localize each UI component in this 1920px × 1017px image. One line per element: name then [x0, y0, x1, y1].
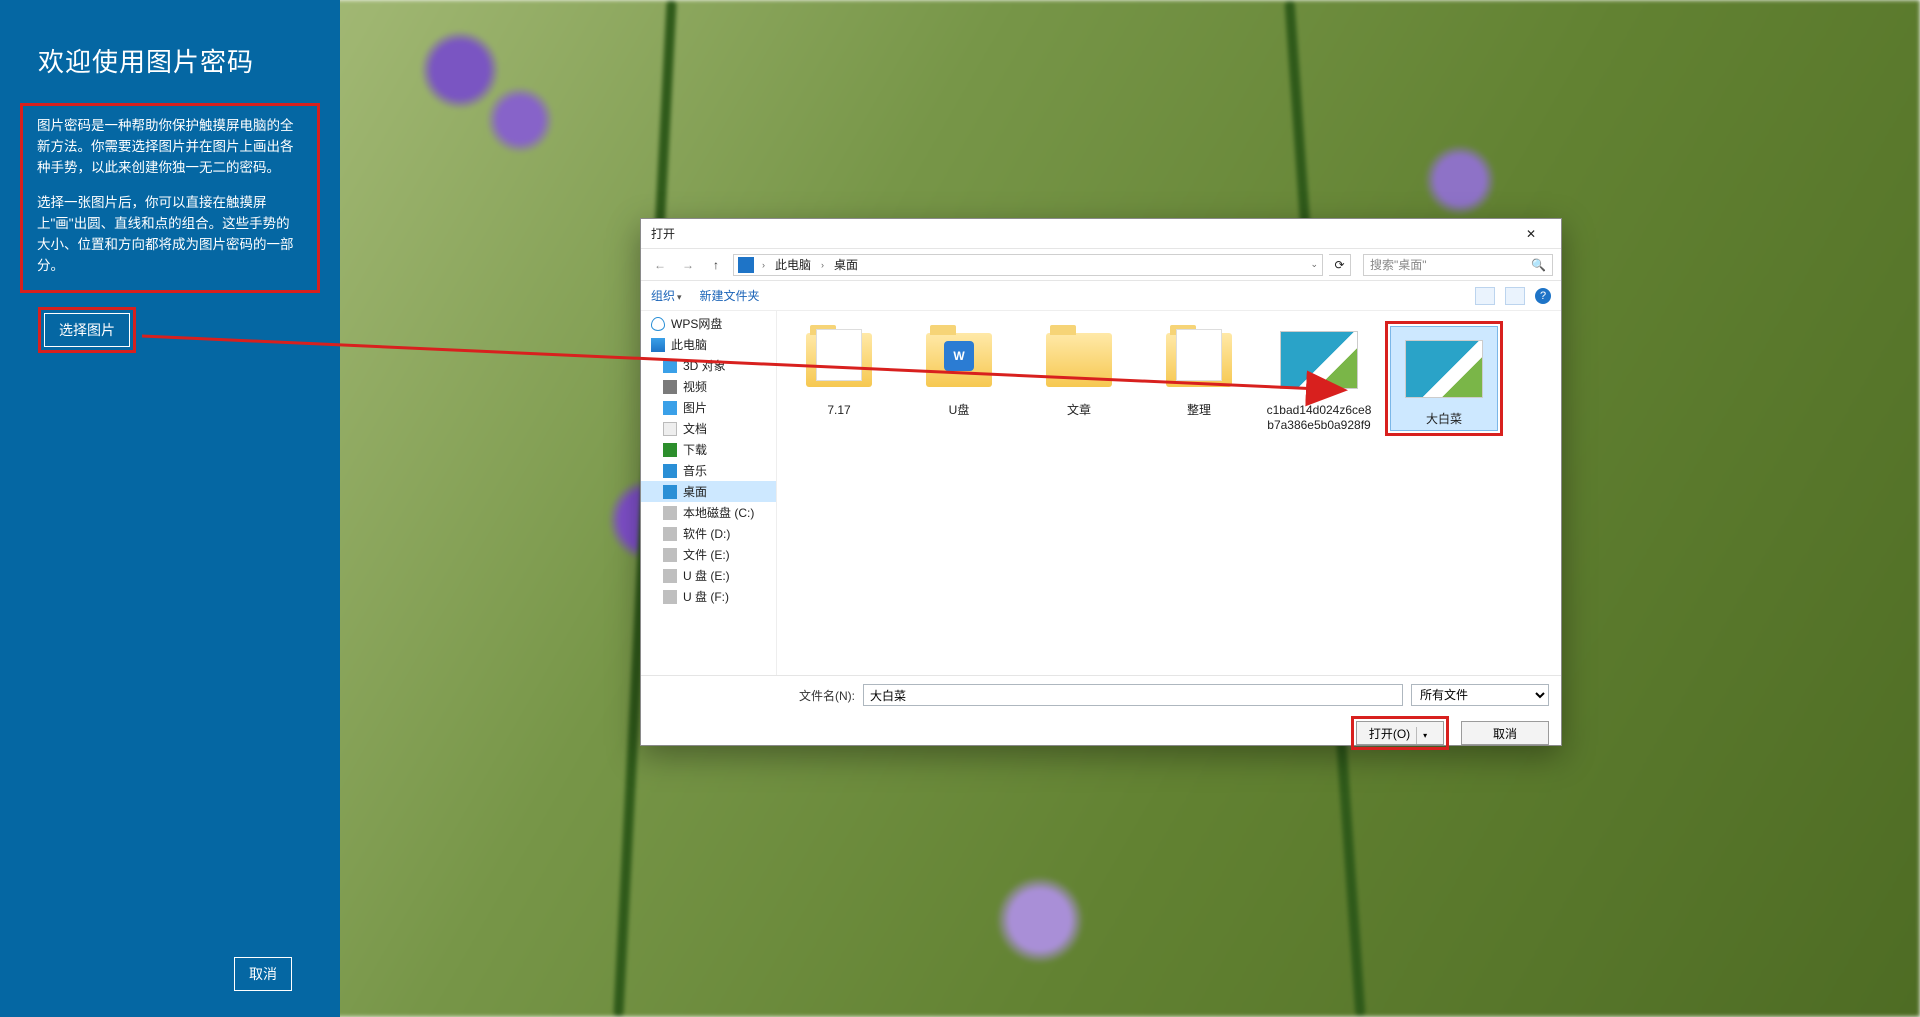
tree-drive-e[interactable]: 文件 (E:) — [641, 544, 776, 565]
item-label: 7.17 — [827, 403, 850, 418]
filename-input[interactable] — [863, 684, 1403, 706]
tree-downloads[interactable]: 下载 — [641, 439, 776, 460]
tree-pictures[interactable]: 图片 — [641, 397, 776, 418]
choose-picture-button[interactable]: 选择图片 — [44, 313, 130, 347]
tree-drive-c[interactable]: 本地磁盘 (C:) — [641, 502, 776, 523]
dialog-toolbar: 组织▾ 新建文件夹 ? — [641, 281, 1561, 311]
item-label: c1bad14d024z6ce8b7a386e5b0a928f9 — [1265, 403, 1373, 433]
tree-wps[interactable]: WPS网盘 — [641, 313, 776, 334]
item-label: 大白菜 — [1426, 412, 1462, 427]
address-bar[interactable]: › 此电脑 › 桌面 ⌄ — [733, 254, 1323, 276]
image-item[interactable]: c1bad14d024z6ce8b7a386e5b0a928f9 — [1265, 321, 1373, 433]
drive-icon — [663, 590, 677, 604]
tree-usb-f[interactable]: U 盘 (F:) — [641, 586, 776, 607]
breadcrumb-seg-desktop[interactable]: 桌面 — [828, 256, 864, 273]
nav-tree: WPS网盘 此电脑 3D 对象 视频 图片 文档 下载 音乐 桌面 本地磁盘 (… — [641, 311, 777, 675]
file-type-select[interactable]: 所有文件 — [1411, 684, 1549, 706]
close-icon[interactable]: ✕ — [1511, 219, 1551, 248]
panel-cancel-button[interactable]: 取消 — [234, 957, 292, 991]
tree-desktop[interactable]: 桌面 — [641, 481, 776, 502]
folder-item[interactable]: 整理 — [1145, 321, 1253, 418]
document-icon — [663, 422, 677, 436]
cloud-icon — [651, 317, 665, 331]
file-list: 7.17 W U盘 文章 整理 c1bad14d024z6ce8b7a386e5… — [777, 311, 1561, 675]
tree-this-pc[interactable]: 此电脑 — [641, 334, 776, 355]
item-label: U盘 — [949, 403, 970, 418]
chevron-right-icon[interactable]: › — [817, 260, 828, 270]
tree-music[interactable]: 音乐 — [641, 460, 776, 481]
instruction-para-2: 选择一张图片后，你可以直接在触摸屏上"画"出圆、直线和点的组合。这些手势的大小、… — [37, 193, 303, 277]
dialog-cancel-button[interactable]: 取消 — [1461, 721, 1549, 745]
picture-icon — [663, 401, 677, 415]
tree-3d-objects[interactable]: 3D 对象 — [641, 355, 776, 376]
tree-videos[interactable]: 视频 — [641, 376, 776, 397]
panel-title: 欢迎使用图片密码 — [38, 42, 320, 79]
folder-item[interactable]: W U盘 — [905, 321, 1013, 418]
view-mode-button[interactable] — [1475, 287, 1495, 305]
dialog-title: 打开 — [651, 219, 675, 248]
image-item-selected[interactable]: 大白菜 — [1390, 326, 1498, 431]
pc-icon — [651, 338, 665, 352]
drive-icon — [663, 527, 677, 541]
video-icon — [663, 380, 677, 394]
file-open-dialog: 打开 ✕ ← → ↑ › 此电脑 › 桌面 ⌄ ⟳ 搜索"桌面" 🔍 组织▾ 新… — [640, 218, 1562, 746]
new-folder-button[interactable]: 新建文件夹 — [700, 287, 760, 304]
choose-picture-highlight: 选择图片 — [38, 307, 136, 353]
download-icon — [663, 443, 677, 457]
tree-drive-d[interactable]: 软件 (D:) — [641, 523, 776, 544]
folder-item[interactable]: 文章 — [1025, 321, 1133, 418]
chevron-right-icon[interactable]: › — [758, 260, 769, 270]
dialog-nav-bar: ← → ↑ › 此电脑 › 桌面 ⌄ ⟳ 搜索"桌面" 🔍 — [641, 249, 1561, 281]
music-icon — [663, 464, 677, 478]
preview-pane-button[interactable] — [1505, 287, 1525, 305]
dialog-footer: 文件名(N): 所有文件 打开(O)▾ 取消 — [641, 675, 1561, 745]
instruction-highlight: 图片密码是一种帮助你保护触摸屏电脑的全新方法。你需要选择图片并在图片上画出各种手… — [20, 103, 320, 293]
help-icon[interactable]: ? — [1535, 288, 1551, 304]
dialog-titlebar[interactable]: 打开 ✕ — [641, 219, 1561, 249]
item-label: 文章 — [1067, 403, 1091, 418]
picture-password-panel: 欢迎使用图片密码 图片密码是一种帮助你保护触摸屏电脑的全新方法。你需要选择图片并… — [0, 0, 340, 1017]
organize-menu[interactable]: 组织▾ — [651, 287, 682, 304]
tree-documents[interactable]: 文档 — [641, 418, 776, 439]
drive-icon — [663, 506, 677, 520]
search-icon: 🔍 — [1531, 258, 1546, 272]
item-label: 整理 — [1187, 403, 1211, 418]
drive-icon — [663, 569, 677, 583]
filename-label: 文件名(N): — [799, 687, 855, 704]
pc-icon — [738, 257, 754, 273]
search-placeholder: 搜索"桌面" — [1370, 256, 1427, 273]
nav-back-button[interactable]: ← — [649, 254, 671, 276]
folder-item[interactable]: 7.17 — [785, 321, 893, 418]
nav-forward-button[interactable]: → — [677, 254, 699, 276]
open-button[interactable]: 打开(O)▾ — [1356, 721, 1444, 745]
search-input[interactable]: 搜索"桌面" 🔍 — [1363, 254, 1553, 276]
desktop-icon — [663, 485, 677, 499]
instruction-para-1: 图片密码是一种帮助你保护触摸屏电脑的全新方法。你需要选择图片并在图片上画出各种手… — [37, 116, 303, 179]
open-button-highlight: 打开(O)▾ — [1351, 716, 1449, 750]
breadcrumb-seg-pc[interactable]: 此电脑 — [769, 256, 817, 273]
nav-up-button[interactable]: ↑ — [705, 254, 727, 276]
tree-usb-e[interactable]: U 盘 (E:) — [641, 565, 776, 586]
selected-file-highlight: 大白菜 — [1385, 321, 1503, 436]
refresh-button[interactable]: ⟳ — [1329, 254, 1351, 276]
address-dropdown-icon[interactable]: ⌄ — [1306, 259, 1322, 270]
cube-icon — [663, 359, 677, 373]
drive-icon — [663, 548, 677, 562]
